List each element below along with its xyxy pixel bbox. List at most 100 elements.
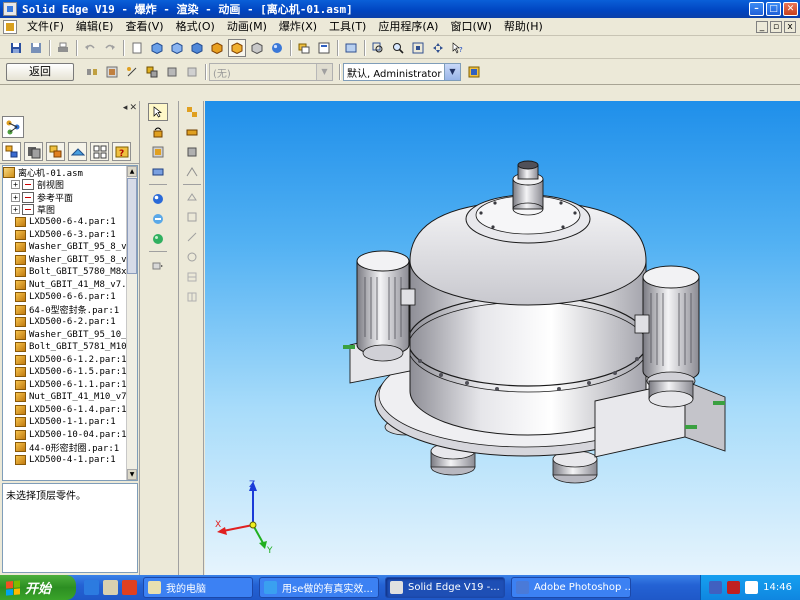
task-solid-edge[interactable]: Solid Edge V19 -... (385, 577, 505, 598)
tree-root[interactable]: 离心机-01.asm (3, 166, 137, 179)
explode-tool-9-icon[interactable] (182, 268, 202, 286)
scroll-thumb[interactable] (127, 178, 137, 274)
wireframe-icon[interactable] (248, 39, 266, 57)
shade-edge-icon[interactable] (208, 39, 226, 57)
document-icon[interactable] (3, 19, 17, 34)
expand-icon[interactable]: + (11, 180, 20, 190)
properties-icon[interactable] (315, 39, 333, 57)
doc-restore-button[interactable]: ▫ (770, 20, 782, 33)
fit-icon[interactable] (409, 39, 427, 57)
tree-node-sketches[interactable]: + 草图 (3, 204, 137, 216)
tree-part-item[interactable]: Bolt_GBIT_5780_M8x (3, 266, 137, 279)
menu-animation[interactable]: 动画(M) (221, 18, 273, 36)
lighting-icon[interactable] (148, 190, 168, 208)
zoom-icon[interactable] (389, 39, 407, 57)
task-my-computer[interactable]: 我的电脑 (143, 577, 253, 598)
tree-part-item[interactable]: Nut_GBIT_41_M8_v7. (3, 279, 137, 292)
render-settings-icon[interactable] (148, 210, 168, 228)
menu-help[interactable]: 帮助(H) (498, 18, 549, 36)
tree-part-item[interactable]: LXD500-6-4.par:1 (3, 216, 137, 229)
collapse-icon[interactable] (163, 63, 181, 81)
title-bar[interactable]: Solid Edge V19 - 爆炸 - 渲染 - 动画 - [离心机-01.… (0, 0, 800, 18)
configuration-combo[interactable]: 默认, Administrator ▼ (343, 63, 461, 81)
tree-part-item[interactable]: Nut_GBIT_41_M10_v7 (3, 391, 137, 404)
tree-part-item[interactable]: LXD500-6-6.par:1 (3, 291, 137, 304)
flow-line-icon[interactable] (123, 63, 141, 81)
tree-part-item[interactable]: LXD500-6-1.4.par:1 (3, 404, 137, 417)
animation-options-icon[interactable] (148, 257, 168, 275)
render-sphere-icon[interactable] (268, 39, 286, 57)
tree-part-item[interactable]: 64-0型密封条.par:1 (3, 304, 137, 316)
task-photoshop[interactable]: Adobe Photoshop ... (511, 577, 631, 598)
save-icon[interactable] (7, 39, 25, 57)
doc-close-button[interactable]: x (784, 20, 796, 33)
display-mode-icon[interactable] (342, 39, 360, 57)
close-button[interactable]: ✕ (783, 2, 798, 16)
ie-quicklaunch-icon[interactable] (84, 580, 99, 595)
menu-format[interactable]: 格式(O) (170, 18, 221, 36)
maximize-button[interactable]: □ (766, 2, 781, 16)
scroll-down-icon[interactable]: ▼ (127, 469, 137, 480)
tree-part-item[interactable]: Bolt_GBIT_5781_M10 (3, 341, 137, 354)
tree-part-item[interactable]: LXD500-6-1.2.par:1 (3, 354, 137, 367)
tree-part-item[interactable]: 44-0形密封圈.par:1 (3, 441, 137, 454)
tree-part-item[interactable]: LXD500-6-3.par:1 (3, 229, 137, 242)
zoom-area-icon[interactable] (369, 39, 387, 57)
tree-node-section-views[interactable]: + 剖视图 (3, 179, 137, 191)
menu-view[interactable]: 查看(V) (119, 18, 169, 36)
assembly-tree[interactable]: 离心机-01.asm + 剖视图 + 参考平面 + 草图 LXD500-6-4.par… (2, 165, 138, 481)
menu-window[interactable]: 窗口(W) (444, 18, 497, 36)
explode-icon[interactable] (83, 63, 101, 81)
start-button[interactable]: 开始 (0, 575, 76, 600)
scroll-up-icon[interactable]: ▲ (127, 166, 137, 177)
media-quicklaunch-icon[interactable] (122, 580, 137, 595)
parts-library-tab[interactable] (24, 142, 43, 161)
view-cube-icon[interactable] (148, 39, 166, 57)
explode-tool-5-icon[interactable] (182, 188, 202, 206)
tree-part-item[interactable]: Washer_GBIT_95_8_v (3, 254, 137, 267)
reposition-icon[interactable] (143, 63, 161, 81)
tree-node-reference-planes[interactable]: + 参考平面 (3, 191, 137, 204)
expand-icon[interactable]: + (11, 205, 20, 215)
explode-tool-10-icon[interactable] (182, 288, 202, 306)
select-tool-icon[interactable] (148, 103, 168, 121)
explode-tool-4-icon[interactable] (182, 163, 202, 181)
redo-icon[interactable] (101, 39, 119, 57)
configuration-settings-icon[interactable] (465, 63, 483, 81)
bind-component-icon[interactable] (148, 163, 168, 181)
assembly-tree-tab[interactable] (2, 142, 21, 161)
undo-icon[interactable] (81, 39, 99, 57)
rotate-component-icon[interactable] (148, 123, 168, 141)
new-icon[interactable] (128, 39, 146, 57)
save-all-icon[interactable] (27, 39, 45, 57)
feature-library-tab[interactable] (68, 142, 87, 161)
environment-sphere-icon[interactable] (148, 230, 168, 248)
layers-tab[interactable] (46, 142, 65, 161)
tree-scrollbar[interactable]: ▲ ▼ (126, 166, 137, 480)
minimize-button[interactable]: – (749, 2, 764, 16)
menu-explode[interactable]: 爆炸(X) (273, 18, 323, 36)
menu-file[interactable]: 文件(F) (21, 18, 70, 36)
view-iso-icon[interactable] (188, 39, 206, 57)
unexplode-icon[interactable] (183, 63, 201, 81)
layers-icon[interactable] (295, 39, 313, 57)
tree-part-item[interactable]: LXD500-6-2.par:1 (3, 316, 137, 329)
doc-minimize-button[interactable]: _ (756, 20, 768, 33)
tree-part-item[interactable]: LXD500-6-1.1.par:1 (3, 379, 137, 392)
tree-part-item[interactable]: LXD500-1-1.par:1 (3, 416, 137, 429)
back-button[interactable]: 返回 (6, 63, 74, 81)
panel-close-icon[interactable]: ✕ (129, 103, 137, 113)
menu-applications[interactable]: 应用程序(A) (372, 18, 444, 36)
network-tray-icon[interactable] (709, 581, 723, 594)
tree-part-item[interactable]: LXD500-6-1.5.par:1 (3, 366, 137, 379)
move-component-icon[interactable] (148, 143, 168, 161)
explode-tool-6-icon[interactable] (182, 208, 202, 226)
view-front-icon[interactable] (168, 39, 186, 57)
explode-tool-7-icon[interactable] (182, 228, 202, 246)
explode-tool-1-icon[interactable] (182, 103, 202, 121)
chevron-down-icon[interactable]: ▼ (316, 64, 332, 80)
shaded-icon[interactable] (228, 38, 246, 57)
explode-tool-8-icon[interactable] (182, 248, 202, 266)
desktop-quicklaunch-icon[interactable] (103, 580, 118, 595)
print-icon[interactable] (54, 39, 72, 57)
